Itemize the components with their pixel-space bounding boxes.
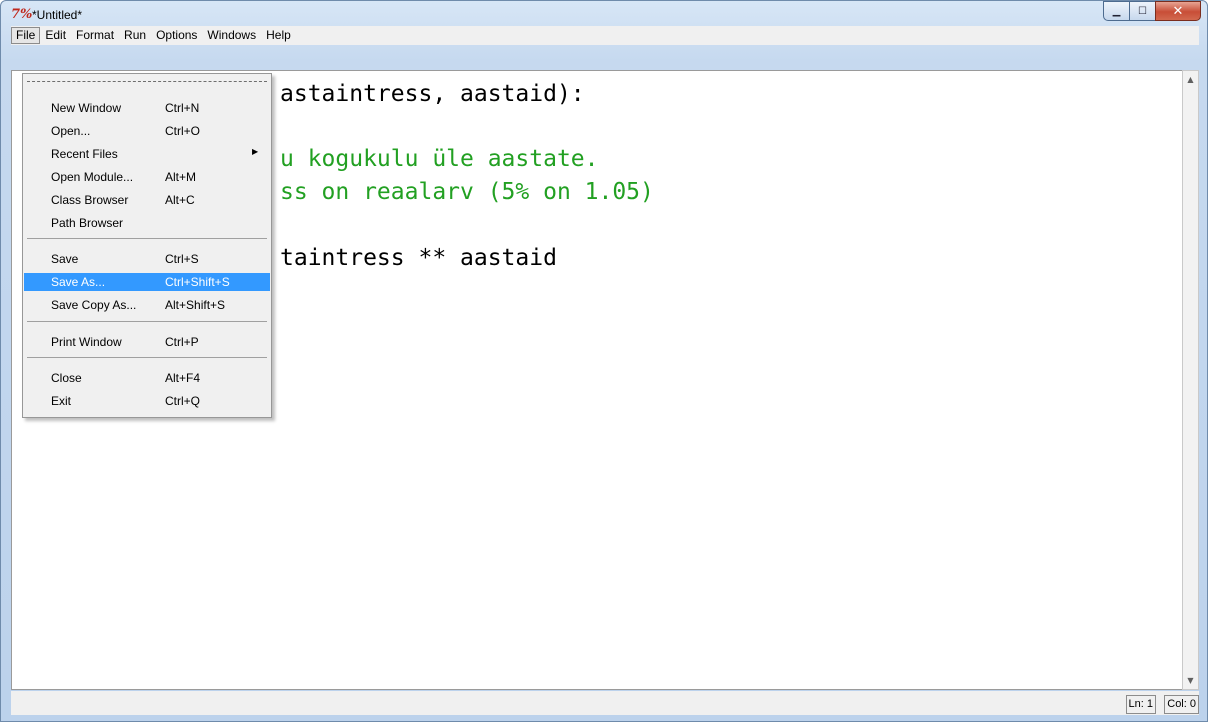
- menu-item-label: Open...: [51, 124, 91, 138]
- menu-item-shortcut: Alt+F4: [165, 371, 201, 385]
- menu-item-label: Save Copy As...: [51, 298, 137, 312]
- menu-item-exit[interactable]: Exit Ctrl+Q: [24, 392, 270, 410]
- menu-item-shortcut: Alt+Shift+S: [165, 298, 226, 312]
- menu-item-label: Recent Files: [51, 147, 118, 161]
- menu-item-label: Open Module...: [51, 170, 134, 184]
- menu-separator: [27, 238, 267, 239]
- file-menu-dropdown: New Window Ctrl+N Open... Ctrl+O Recent …: [22, 73, 272, 418]
- menu-bar: File Edit Format Run Options Windows Hel…: [11, 26, 1199, 45]
- menu-item-label: Print Window: [51, 335, 122, 349]
- menu-item-print-window[interactable]: Print Window Ctrl+P: [24, 333, 270, 351]
- menu-item-shortcut: Alt+M: [165, 170, 197, 184]
- menu-format[interactable]: Format: [71, 27, 119, 44]
- code-line: astaintress, aastaid):: [280, 81, 585, 107]
- menu-item-save-copy-as[interactable]: Save Copy As... Alt+Shift+S: [24, 296, 270, 314]
- menu-item-open[interactable]: Open... Ctrl+O: [24, 122, 270, 140]
- line-number-status: Ln: 1: [1125, 695, 1156, 714]
- menu-help[interactable]: Help: [261, 27, 296, 44]
- column-number-status: Col: 0: [1164, 695, 1199, 714]
- code-line: ss on reaalarv (5% on 1.05): [280, 179, 654, 205]
- tearoff-line[interactable]: [27, 81, 267, 82]
- menu-item-class-browser[interactable]: Class Browser Alt+C: [24, 191, 270, 209]
- menu-item-shortcut: Ctrl+N: [165, 101, 200, 115]
- arrow-down-icon: ▼: [1187, 676, 1194, 685]
- menu-item-shortcut: Alt+C: [165, 193, 195, 207]
- menu-run[interactable]: Run: [119, 27, 151, 44]
- menu-item-open-module[interactable]: Open Module... Alt+M: [24, 168, 270, 186]
- menu-item-label: Save As...: [51, 275, 106, 289]
- menu-item-label: Save: [51, 252, 79, 266]
- minimize-icon: ▁: [1112, 5, 1121, 17]
- status-bar: Ln: 1 Col: 0: [11, 691, 1199, 715]
- menu-file[interactable]: File: [11, 27, 41, 44]
- menu-options[interactable]: Options: [151, 27, 202, 44]
- menu-item-shortcut: Ctrl+Q: [165, 394, 201, 408]
- menu-item-shortcut: Ctrl+O: [165, 124, 201, 138]
- window-title: *Untitled*: [32, 8, 83, 22]
- idle-editor-window: 7% *Untitled* ▁ ☐ ✕ File Edit Format Run…: [0, 0, 1208, 722]
- menu-item-save-as[interactable]: Save As... Ctrl+Shift+S: [24, 273, 270, 291]
- code-line: u kogukulu üle aastate.: [280, 146, 599, 172]
- menu-windows[interactable]: Windows: [202, 27, 261, 44]
- menu-item-shortcut: Ctrl+S: [165, 252, 199, 266]
- menu-item-shortcut: Ctrl+P: [165, 335, 199, 349]
- menu-separator: [27, 321, 267, 322]
- submenu-arrow-icon: ▶: [252, 147, 259, 156]
- menu-item-label: Exit: [51, 394, 72, 408]
- menu-item-label: Close: [51, 371, 82, 385]
- maximize-button[interactable]: ☐: [1129, 1, 1155, 21]
- menu-item-close[interactable]: Close Alt+F4: [24, 369, 270, 387]
- menu-item-shortcut: Ctrl+Shift+S: [165, 275, 230, 289]
- tk-app-icon: 7%: [11, 7, 33, 22]
- window-controls: ▁ ☐ ✕: [1103, 1, 1201, 21]
- menu-item-label: New Window: [51, 101, 122, 115]
- close-icon: ✕: [1172, 3, 1184, 19]
- menu-edit[interactable]: Edit: [40, 27, 71, 44]
- menu-item-path-browser[interactable]: Path Browser: [24, 214, 270, 232]
- vertical-scrollbar[interactable]: ▲ ▼: [1182, 70, 1199, 690]
- menu-item-label: Path Browser: [51, 216, 124, 230]
- menu-item-recent-files[interactable]: Recent Files ▶: [24, 145, 270, 163]
- menu-item-save[interactable]: Save Ctrl+S: [24, 250, 270, 268]
- close-button[interactable]: ✕: [1155, 1, 1201, 21]
- scroll-up-button[interactable]: ▲: [1183, 71, 1198, 88]
- menu-separator: [27, 357, 267, 358]
- menu-item-label: Class Browser: [51, 193, 129, 207]
- minimize-button[interactable]: ▁: [1103, 1, 1129, 21]
- maximize-icon: ☐: [1138, 5, 1147, 17]
- arrow-up-icon: ▲: [1187, 75, 1194, 84]
- code-line: taintress ** aastaid: [280, 245, 557, 271]
- menu-item-new-window[interactable]: New Window Ctrl+N: [24, 99, 270, 117]
- scroll-down-button[interactable]: ▼: [1183, 672, 1198, 689]
